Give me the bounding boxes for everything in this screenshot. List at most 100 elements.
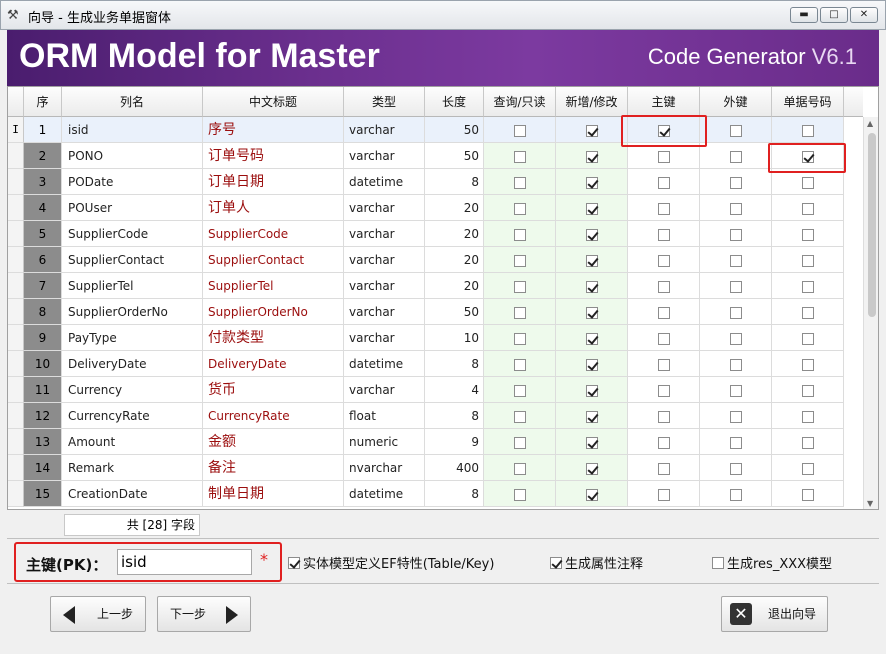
- foreign-key-checkbox[interactable]: [729, 358, 742, 371]
- add-edit-checkbox[interactable]: [585, 488, 598, 501]
- pk-input[interactable]: [117, 549, 252, 575]
- primary-key-checkbox[interactable]: [657, 488, 670, 501]
- doc-number-checkbox[interactable]: [801, 384, 814, 397]
- column-grid[interactable]: 序 列名 中文标题 类型 长度 查询/只读 新增/修改 主键 外键 单据号码 I…: [7, 86, 879, 510]
- column-name-cell[interactable]: Currency: [62, 377, 203, 403]
- primary-key-checkbox[interactable]: [657, 410, 670, 423]
- header-column-name[interactable]: 列名: [62, 87, 203, 117]
- type-cell[interactable]: varchar: [344, 221, 425, 247]
- doc-number-checkbox[interactable]: [801, 176, 814, 189]
- query-readonly-checkbox[interactable]: [513, 202, 526, 215]
- query-readonly-checkbox[interactable]: [513, 410, 526, 423]
- length-cell[interactable]: 4: [425, 377, 484, 403]
- chinese-title-cell[interactable]: 金额: [203, 429, 344, 455]
- type-cell[interactable]: varchar: [344, 195, 425, 221]
- row-index[interactable]: 11: [24, 377, 62, 403]
- next-button[interactable]: 下一步: [157, 596, 251, 632]
- query-readonly-checkbox[interactable]: [513, 176, 526, 189]
- length-cell[interactable]: 20: [425, 273, 484, 299]
- row-index[interactable]: 7: [24, 273, 62, 299]
- doc-number-checkbox[interactable]: [801, 332, 814, 345]
- add-edit-checkbox[interactable]: [585, 280, 598, 293]
- row-index[interactable]: 10: [24, 351, 62, 377]
- add-edit-checkbox[interactable]: [585, 228, 598, 241]
- foreign-key-checkbox[interactable]: [729, 410, 742, 423]
- table-row[interactable]: 14 Remark 备注 nvarchar 400: [8, 455, 863, 481]
- query-readonly-checkbox[interactable]: [513, 228, 526, 241]
- minimize-button[interactable]: ▬: [790, 7, 818, 23]
- chinese-title-cell[interactable]: CurrencyRate: [203, 403, 344, 429]
- row-index[interactable]: 6: [24, 247, 62, 273]
- header-type[interactable]: 类型: [344, 87, 425, 117]
- ef-attr-option[interactable]: 实体模型定义EF特性(Table/Key): [288, 553, 494, 572]
- column-name-cell[interactable]: SupplierContact: [62, 247, 203, 273]
- type-cell[interactable]: datetime: [344, 351, 425, 377]
- column-name-cell[interactable]: PONO: [62, 143, 203, 169]
- doc-number-checkbox[interactable]: [801, 462, 814, 475]
- type-cell[interactable]: datetime: [344, 169, 425, 195]
- row-index[interactable]: 15: [24, 481, 62, 507]
- table-row[interactable]: 7 SupplierTel SupplierTel varchar 20: [8, 273, 863, 299]
- exit-button[interactable]: ✕ 退出向导: [721, 596, 828, 632]
- query-readonly-checkbox[interactable]: [513, 358, 526, 371]
- table-row[interactable]: 8 SupplierOrderNo SupplierOrderNo varchar 50: [8, 299, 863, 325]
- row-index[interactable]: 12: [24, 403, 62, 429]
- row-index[interactable]: 14: [24, 455, 62, 481]
- row-index[interactable]: 8: [24, 299, 62, 325]
- column-name-cell[interactable]: PODate: [62, 169, 203, 195]
- prev-button[interactable]: 上一步: [50, 596, 146, 632]
- doc-number-checkbox[interactable]: [801, 254, 814, 267]
- primary-key-checkbox[interactable]: [657, 150, 670, 163]
- table-row[interactable]: 4 POUser 订单人 varchar 20: [8, 195, 863, 221]
- length-cell[interactable]: 20: [425, 221, 484, 247]
- length-cell[interactable]: 9: [425, 429, 484, 455]
- primary-key-checkbox[interactable]: [657, 384, 670, 397]
- column-name-cell[interactable]: Amount: [62, 429, 203, 455]
- primary-key-checkbox[interactable]: [657, 228, 670, 241]
- length-cell[interactable]: 20: [425, 247, 484, 273]
- query-readonly-checkbox[interactable]: [513, 254, 526, 267]
- query-readonly-checkbox[interactable]: [513, 280, 526, 293]
- length-cell[interactable]: 8: [425, 403, 484, 429]
- foreign-key-checkbox[interactable]: [729, 254, 742, 267]
- res-model-checkbox[interactable]: [712, 557, 724, 569]
- column-name-cell[interactable]: CurrencyRate: [62, 403, 203, 429]
- row-index[interactable]: 2: [24, 143, 62, 169]
- doc-number-checkbox[interactable]: [801, 124, 814, 137]
- column-name-cell[interactable]: POUser: [62, 195, 203, 221]
- add-edit-checkbox[interactable]: [585, 254, 598, 267]
- doc-number-checkbox[interactable]: [801, 228, 814, 241]
- primary-key-checkbox[interactable]: [657, 202, 670, 215]
- add-edit-checkbox[interactable]: [585, 124, 598, 137]
- primary-key-checkbox[interactable]: [657, 176, 670, 189]
- chinese-title-cell[interactable]: 备注: [203, 455, 344, 481]
- chinese-title-cell[interactable]: 订单号码: [203, 143, 344, 169]
- add-edit-checkbox[interactable]: [585, 410, 598, 423]
- scroll-up-icon[interactable]: ▲: [867, 119, 873, 128]
- column-name-cell[interactable]: SupplierOrderNo: [62, 299, 203, 325]
- header-primary-key[interactable]: 主键: [628, 87, 700, 117]
- doc-number-checkbox[interactable]: [801, 280, 814, 293]
- chinese-title-cell[interactable]: SupplierContact: [203, 247, 344, 273]
- table-row[interactable]: I 1 isid 序号 varchar 50: [8, 117, 863, 143]
- add-edit-checkbox[interactable]: [585, 176, 598, 189]
- chinese-title-cell[interactable]: 订单日期: [203, 169, 344, 195]
- column-name-cell[interactable]: isid: [62, 117, 203, 143]
- table-row[interactable]: 2 PONO 订单号码 varchar 50: [8, 143, 863, 169]
- add-edit-checkbox[interactable]: [585, 332, 598, 345]
- add-edit-checkbox[interactable]: [585, 150, 598, 163]
- length-cell[interactable]: 50: [425, 143, 484, 169]
- maximize-button[interactable]: □: [820, 7, 848, 23]
- type-cell[interactable]: varchar: [344, 325, 425, 351]
- foreign-key-checkbox[interactable]: [729, 384, 742, 397]
- type-cell[interactable]: numeric: [344, 429, 425, 455]
- length-cell[interactable]: 8: [425, 481, 484, 507]
- vertical-scrollbar[interactable]: ▲ ▼: [863, 117, 878, 509]
- header-chinese-title[interactable]: 中文标题: [203, 87, 344, 117]
- table-row[interactable]: 3 PODate 订单日期 datetime 8: [8, 169, 863, 195]
- chinese-title-cell[interactable]: SupplierOrderNo: [203, 299, 344, 325]
- ef-attr-checkbox[interactable]: [288, 557, 300, 569]
- doc-number-checkbox[interactable]: [801, 358, 814, 371]
- length-cell[interactable]: 10: [425, 325, 484, 351]
- column-name-cell[interactable]: Remark: [62, 455, 203, 481]
